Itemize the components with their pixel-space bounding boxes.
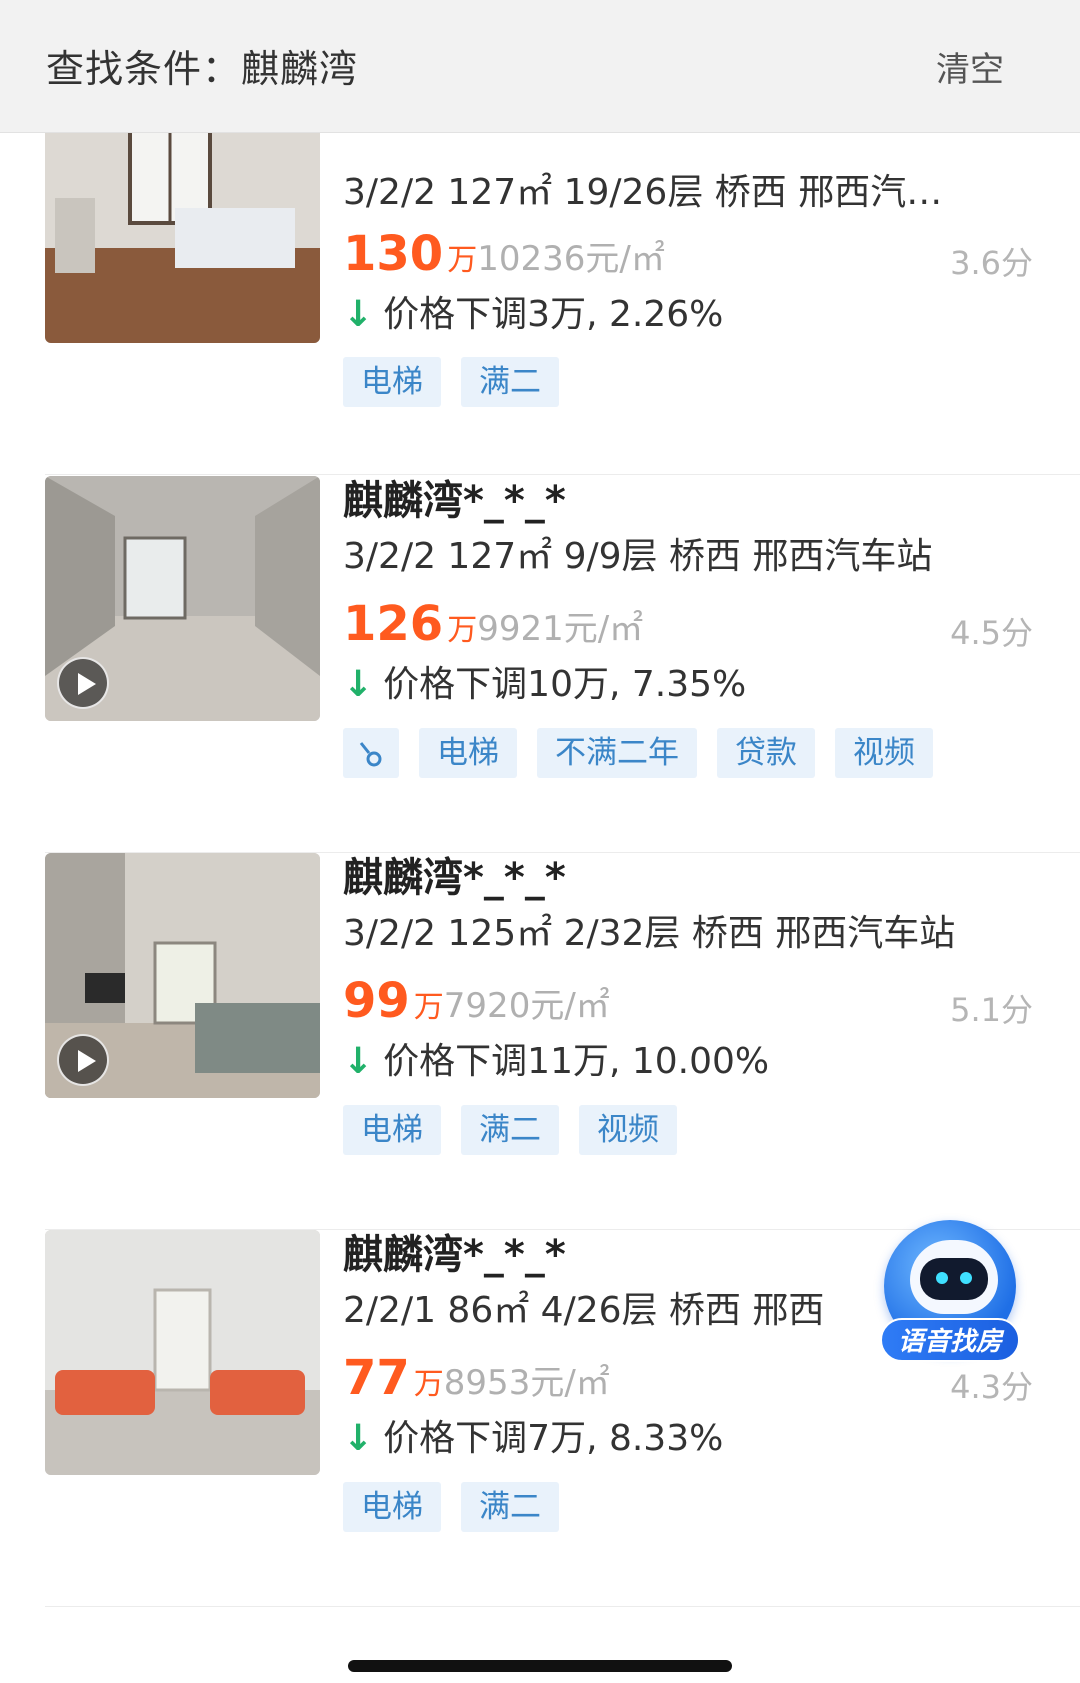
unit-price: 9921元/㎡: [477, 609, 644, 649]
listing-score: 5.1分: [950, 991, 1033, 1029]
listing-score: 4.5分: [950, 614, 1033, 652]
price-drop-text: 价格下调3万, 2.26%: [383, 294, 724, 335]
tag: 电梯: [419, 728, 517, 778]
listing-title: 麒麟湾*_*_*: [343, 855, 566, 901]
listing-spec: 3/2/2 125㎡ 2/32层 桥西 邢西汽车站: [343, 913, 956, 954]
tag: 视频: [835, 728, 933, 778]
listing-spec: 3/2/2 127㎡ 19/26层 桥西 邢西汽…: [343, 172, 943, 213]
play-icon[interactable]: [57, 1034, 109, 1086]
price-unit: 万: [447, 613, 478, 648]
unit-price: 7920元/㎡: [443, 986, 610, 1026]
listing-card[interactable]: 麒麟湾*_*_* 3/2/2 127㎡ 9/9层 桥西 邢西汽车站 126 万99…: [0, 476, 1080, 853]
listing-photo[interactable]: [45, 1230, 320, 1475]
listing-card[interactable]: 麒麟湾*_*_* 3/2/2 125㎡ 2/32层 桥西 邢西汽车站 99 万79…: [0, 853, 1080, 1230]
home-indicator[interactable]: [348, 1660, 732, 1672]
robot-visor: [920, 1258, 988, 1300]
tag-list: 电梯 满二: [343, 1482, 579, 1532]
tag: 满二: [461, 1482, 559, 1532]
voice-search-label: 语音找房: [880, 1318, 1020, 1362]
listing-price: 130: [343, 226, 444, 282]
listing-photo[interactable]: [45, 476, 320, 721]
price-row: 126 万9921元/㎡ 4.5分: [343, 596, 1033, 652]
down-arrow-icon: ↓: [343, 1041, 374, 1082]
listing-score: 3.6分: [950, 244, 1033, 282]
price-unit: 万: [413, 990, 444, 1025]
down-arrow-icon: ↓: [343, 664, 374, 705]
play-icon[interactable]: [57, 657, 109, 709]
price-drop-text: 价格下调11万, 10.00%: [383, 1041, 770, 1082]
price-drop: ↓ 价格下调11万, 10.00%: [343, 1039, 769, 1085]
tag: 满二: [461, 357, 559, 407]
price-unit: 万: [413, 1367, 444, 1402]
listing-title: 麒麟湾*_*_*: [343, 478, 566, 524]
tag: 电梯: [343, 1105, 441, 1155]
search-condition-bar: 查找条件：麒麟湾 清空: [0, 0, 1080, 133]
tag: 满二: [461, 1105, 559, 1155]
tag: 不满二年: [537, 728, 697, 778]
listing-price: 99: [343, 973, 410, 1029]
robot-eye: [960, 1272, 972, 1284]
tag-list: 电梯 满二: [343, 357, 579, 407]
listing-price: 126: [343, 596, 444, 652]
tag: 电梯: [343, 1482, 441, 1532]
unit-price: 8953元/㎡: [443, 1363, 610, 1403]
unit-price: 10236元/㎡: [477, 239, 665, 279]
price-unit: 万: [447, 243, 478, 278]
listing-photo[interactable]: [45, 98, 320, 343]
robot-head: [910, 1240, 998, 1314]
down-arrow-icon: ↓: [343, 1418, 374, 1459]
clear-button[interactable]: 清空: [936, 42, 1004, 91]
price-drop: ↓ 价格下调7万, 8.33%: [343, 1416, 723, 1462]
room-photo-image: [45, 98, 320, 343]
price-row: 130 万10236元/㎡ 3.6分: [343, 226, 1033, 282]
listing-photo[interactable]: [45, 853, 320, 1098]
price-drop: ↓ 价格下调3万, 2.26%: [343, 292, 723, 338]
listing-title: 麒麟湾*_*_*: [343, 1232, 566, 1278]
tag: 视频: [579, 1105, 677, 1155]
tag-list: 电梯 满二 视频: [343, 1105, 697, 1155]
price-drop-text: 价格下调10万, 7.35%: [383, 664, 747, 705]
voice-search-button[interactable]: 语音找房: [880, 1220, 1020, 1370]
listing-price: 77: [343, 1350, 410, 1406]
tag-list: 电梯 不满二年 贷款 视频: [343, 728, 953, 778]
price-drop: ↓ 价格下调10万, 7.35%: [343, 662, 746, 708]
tag: 电梯: [343, 357, 441, 407]
price-drop-text: 价格下调7万, 8.33%: [383, 1418, 724, 1459]
room-photo-image: [45, 1230, 320, 1475]
search-query[interactable]: 查找条件：麒麟湾: [46, 38, 358, 93]
listing-spec: 3/2/2 127㎡ 9/9层 桥西 邢西汽车站: [343, 536, 933, 577]
down-arrow-icon: ↓: [343, 294, 374, 335]
vr-tag: [343, 728, 399, 778]
price-row: 99 万7920元/㎡ 5.1分: [343, 973, 1033, 1029]
robot-eye: [936, 1272, 948, 1284]
tag: 贷款: [717, 728, 815, 778]
listing-card[interactable]: 3/2/2 127㎡ 19/26层 桥西 邢西汽… 130 万10236元/㎡ 3…: [0, 98, 1080, 475]
vr-icon: [359, 742, 382, 767]
listing-list[interactable]: 3/2/2 127㎡ 19/26层 桥西 邢西汽… 130 万10236元/㎡ 3…: [0, 0, 1080, 1683]
